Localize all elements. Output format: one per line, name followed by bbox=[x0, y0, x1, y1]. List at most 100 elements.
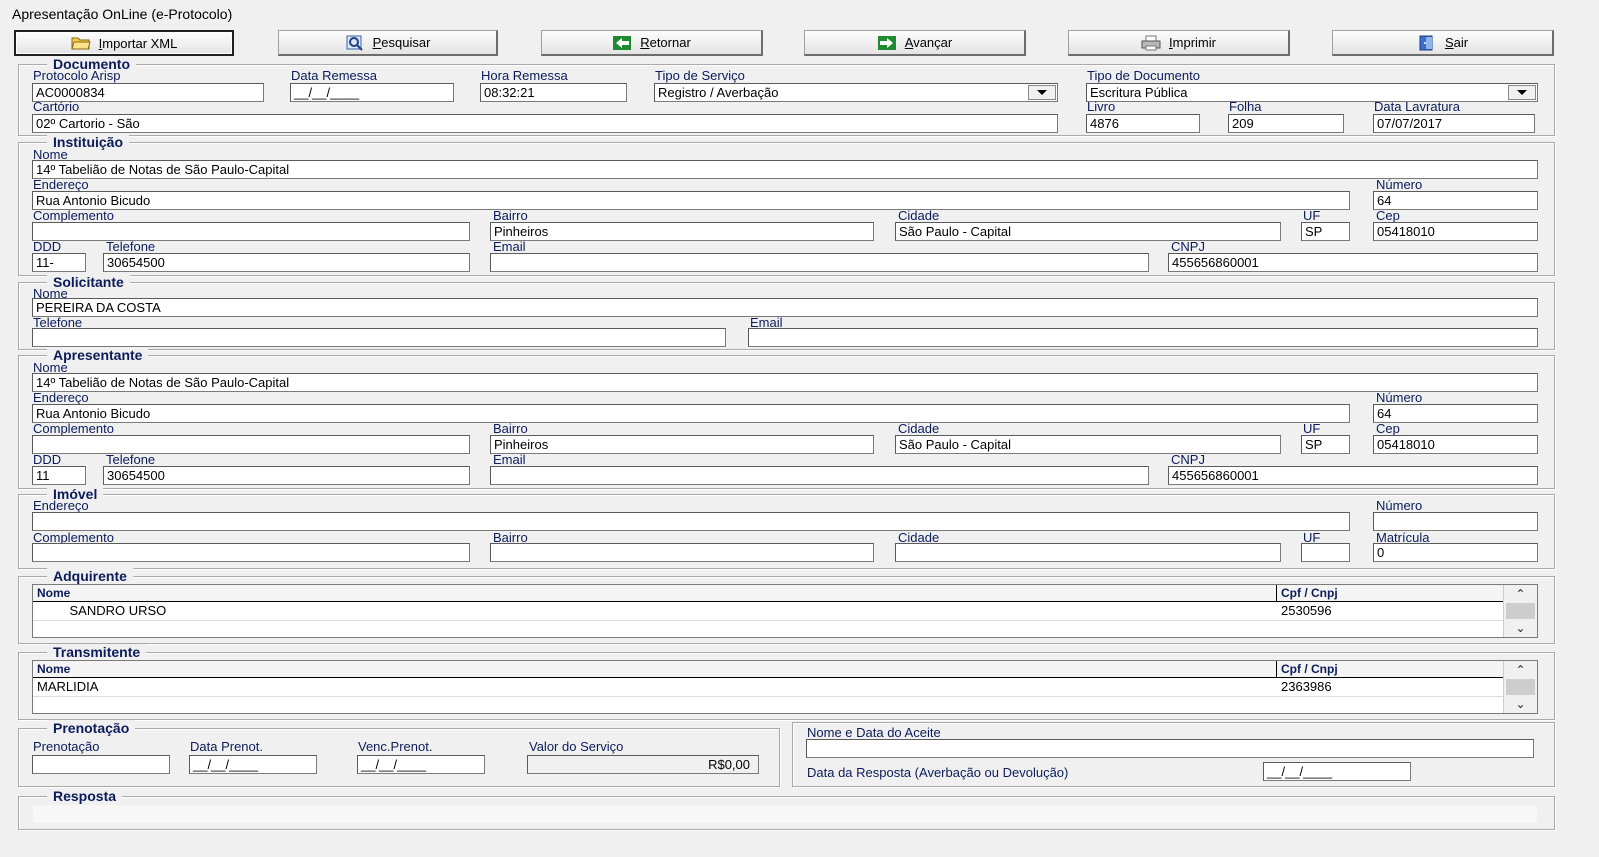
chevron-down-icon[interactable] bbox=[1508, 85, 1536, 100]
hora-remessa-label: Hora Remessa bbox=[481, 68, 568, 83]
apr-nome-field[interactable]: 14º Tabelião de Notas de São Paulo-Capit… bbox=[32, 373, 1538, 392]
apr-cidade-field[interactable]: São Paulo - Capital bbox=[895, 435, 1281, 454]
sol-nome-field[interactable]: PEREIRA DA COSTA bbox=[32, 298, 1538, 317]
data-remessa-label: Data Remessa bbox=[291, 68, 377, 83]
tipo-documento-label: Tipo de Documento bbox=[1087, 68, 1200, 83]
vertical-scrollbar[interactable]: ⌃ ⌄ bbox=[1503, 585, 1537, 637]
imo-matricula-field[interactable]: 0 bbox=[1373, 543, 1538, 562]
apr-telefone-field[interactable]: 30654500 bbox=[103, 466, 470, 485]
transmitente-grid[interactable]: Nome Cpf / Cnpj MARLIDIA 2363986 ⌃ ⌄ bbox=[32, 660, 1538, 714]
chevron-down-icon[interactable] bbox=[1028, 85, 1056, 100]
apr-ddd-field[interactable]: 11 bbox=[32, 466, 86, 485]
tipo-servico-select[interactable]: Registro / Averbação bbox=[654, 83, 1058, 102]
cartorio-field[interactable]: 02º Cartorio - São bbox=[32, 114, 1058, 133]
back-button[interactable]: Retornar bbox=[541, 30, 763, 56]
imo-numero-label: Número bbox=[1376, 498, 1423, 513]
apr-uf-label: UF bbox=[1303, 421, 1321, 436]
imo-numero-field[interactable] bbox=[1373, 512, 1538, 531]
apr-complemento-field[interactable] bbox=[32, 435, 470, 454]
resposta-field[interactable] bbox=[32, 804, 1538, 824]
col-cpf-header[interactable]: Cpf / Cnpj bbox=[1277, 585, 1504, 601]
transmitente-title: Transmitente bbox=[47, 644, 147, 660]
livro-field[interactable]: 4876 bbox=[1086, 114, 1200, 133]
chevron-up-icon[interactable]: ⌃ bbox=[1504, 585, 1537, 603]
imo-endereco-field[interactable] bbox=[32, 512, 1350, 531]
back-label: Retornar bbox=[640, 35, 691, 50]
apr-cidade-label: Cidade bbox=[898, 421, 940, 436]
inst-telefone-field[interactable]: 30654500 bbox=[103, 253, 470, 272]
valor-servico-field[interactable]: R$0,00 bbox=[527, 755, 759, 774]
apr-cnpj-label: CNPJ bbox=[1171, 452, 1205, 467]
window-title: Apresentação OnLine (e-Protocolo) bbox=[12, 6, 233, 22]
inst-email-field[interactable] bbox=[490, 253, 1149, 272]
folha-field[interactable]: 209 bbox=[1228, 114, 1344, 133]
inst-bairro-field[interactable]: Pinheiros bbox=[490, 222, 874, 241]
grid-header: Nome Cpf / Cnpj bbox=[33, 585, 1504, 602]
venc-prenot-field[interactable]: __/__/____ bbox=[357, 755, 485, 774]
imo-bairro-field[interactable] bbox=[490, 543, 874, 562]
search-icon bbox=[346, 35, 363, 51]
table-row[interactable]: MARLIDIA 2363986 bbox=[33, 678, 1504, 697]
forward-label: Avançar bbox=[904, 35, 953, 50]
inst-ddd-field[interactable]: 11- bbox=[32, 253, 86, 272]
inst-nome-field[interactable]: 14º Tabelião de Notas de São Paulo-Capit… bbox=[32, 160, 1538, 179]
search-button[interactable]: Pesquisar bbox=[278, 30, 498, 56]
scroll-thumb[interactable] bbox=[1506, 679, 1535, 695]
grid-header: Nome Cpf / Cnpj bbox=[33, 661, 1504, 678]
vertical-scrollbar[interactable]: ⌃ ⌄ bbox=[1503, 661, 1537, 713]
folder-open-icon bbox=[70, 37, 91, 50]
sol-telefone-field[interactable] bbox=[32, 328, 726, 347]
apr-email-field[interactable] bbox=[490, 466, 1149, 485]
tipo-documento-select[interactable]: Escritura Pública bbox=[1086, 83, 1538, 102]
col-nome-header[interactable]: Nome bbox=[33, 661, 1277, 677]
data-remessa-field[interactable]: __/__/____ bbox=[290, 83, 454, 102]
col-cpf-header[interactable]: Cpf / Cnpj bbox=[1277, 661, 1504, 677]
scroll-thumb[interactable] bbox=[1506, 603, 1535, 619]
livro-label: Livro bbox=[1087, 99, 1116, 114]
chevron-down-icon[interactable]: ⌄ bbox=[1504, 695, 1537, 713]
tipo-servico-label: Tipo de Serviço bbox=[655, 68, 745, 83]
apr-email-label: Email bbox=[493, 452, 526, 467]
imo-uf-field[interactable] bbox=[1301, 543, 1350, 562]
data-resposta-label: Data da Resposta (Averbação ou Devolução… bbox=[807, 765, 1069, 780]
adquirente-grid[interactable]: Nome Cpf / Cnpj SANDRO URSO 2530596 ⌃ ⌄ bbox=[32, 584, 1538, 638]
apr-cep-field[interactable]: 05418010 bbox=[1373, 435, 1538, 454]
inst-cidade-field[interactable]: São Paulo - Capital bbox=[895, 222, 1281, 241]
import-xml-label: Importar XML bbox=[98, 35, 178, 51]
inst-cep-label: Cep bbox=[1376, 208, 1400, 223]
resposta-title: Resposta bbox=[47, 788, 123, 804]
chevron-up-icon[interactable]: ⌃ bbox=[1504, 661, 1537, 679]
print-button[interactable]: Imprimir bbox=[1068, 30, 1290, 56]
col-nome-header[interactable]: Nome bbox=[33, 585, 1277, 601]
data-prenot-field[interactable]: __/__/____ bbox=[189, 755, 317, 774]
sol-email-field[interactable] bbox=[748, 328, 1538, 347]
inst-cnpj-field[interactable]: 455656860001 bbox=[1168, 253, 1538, 272]
protocolo-label: Protocolo Arisp bbox=[33, 68, 121, 83]
inst-endereco-field[interactable]: Rua Antonio Bicudo bbox=[32, 191, 1350, 210]
table-row[interactable]: SANDRO URSO 2530596 bbox=[33, 602, 1504, 621]
apr-uf-field[interactable]: SP bbox=[1301, 435, 1350, 454]
apr-endereco-field[interactable]: Rua Antonio Bicudo bbox=[32, 404, 1350, 423]
exit-button[interactable]: Sair bbox=[1332, 30, 1554, 56]
hora-remessa-field[interactable]: 08:32:21 bbox=[480, 83, 627, 102]
inst-uf-field[interactable]: SP bbox=[1301, 222, 1350, 241]
inst-cep-field[interactable]: 05418010 bbox=[1373, 222, 1538, 241]
inst-complemento-field[interactable] bbox=[32, 222, 470, 241]
apr-cnpj-field[interactable]: 455656860001 bbox=[1168, 466, 1538, 485]
imo-complemento-field[interactable] bbox=[32, 543, 470, 562]
prenotacao-field[interactable] bbox=[32, 755, 170, 774]
folha-label: Folha bbox=[1229, 99, 1262, 114]
data-lavratura-field[interactable]: 07/07/2017 bbox=[1373, 114, 1535, 133]
inst-email-label: Email bbox=[493, 239, 526, 254]
nome-data-aceite-field[interactable] bbox=[806, 739, 1534, 758]
import-xml-button[interactable]: Importar XML bbox=[14, 30, 234, 56]
chevron-down-icon[interactable]: ⌄ bbox=[1504, 619, 1537, 637]
forward-button[interactable]: Avançar bbox=[804, 30, 1026, 56]
apr-bairro-field[interactable]: Pinheiros bbox=[490, 435, 874, 454]
imo-cidade-field[interactable] bbox=[895, 543, 1281, 562]
data-resposta-field[interactable]: __/__/____ bbox=[1263, 762, 1411, 781]
inst-uf-label: UF bbox=[1303, 208, 1321, 223]
inst-ddd-label: DDD bbox=[33, 239, 62, 254]
adquirente-title: Adquirente bbox=[47, 568, 133, 584]
imo-endereco-label: Endereço bbox=[33, 498, 89, 513]
